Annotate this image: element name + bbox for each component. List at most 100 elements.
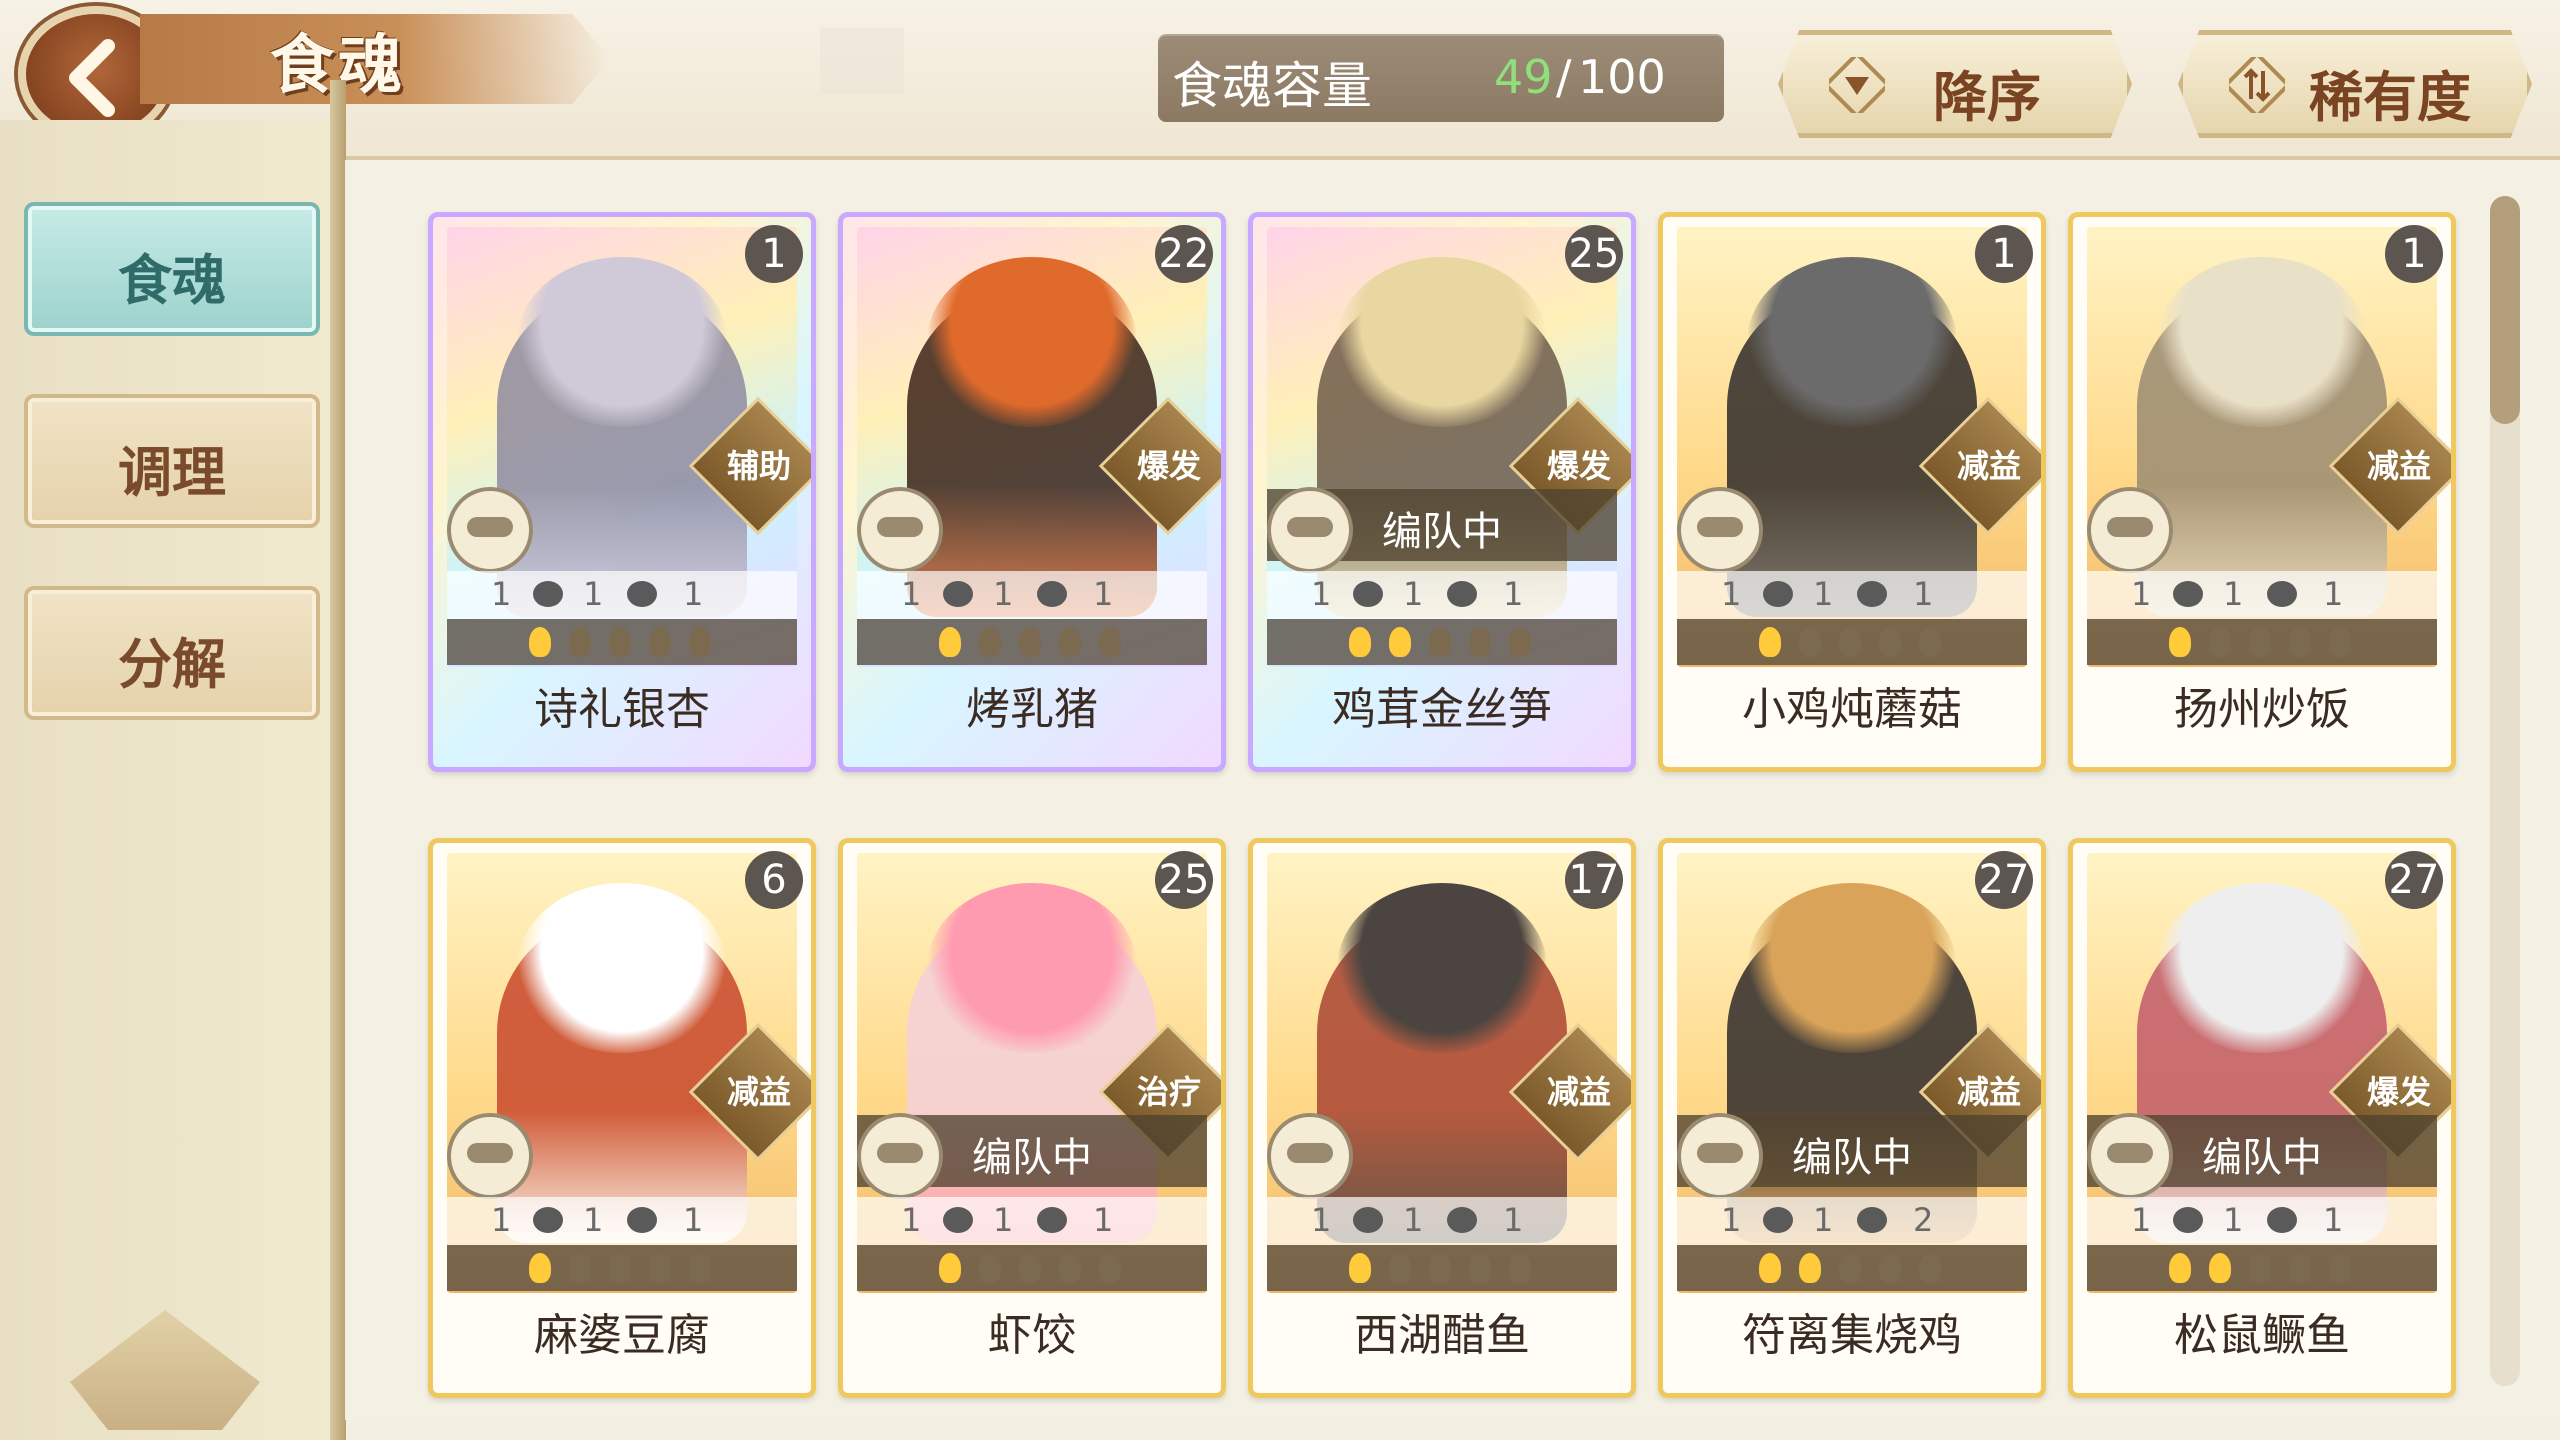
pot-icon — [857, 487, 943, 573]
flame-icon — [1839, 627, 1861, 657]
food-soul-card[interactable]: 1 减益 1 1 1 小鸡炖蘑菇 — [1658, 212, 2046, 772]
skill-levels: 1 1 1 — [1677, 571, 2027, 619]
star-rating — [857, 1245, 1207, 1291]
skill-levels: 1 1 2 — [1677, 1197, 2027, 1245]
food-soul-card[interactable]: 1 辅助 1 1 1 诗礼银杏 — [428, 212, 816, 772]
flame-icon — [1019, 627, 1041, 657]
skill-level-1: 1 — [901, 1201, 922, 1239]
food-soul-name: 烤乳猪 — [966, 684, 1098, 735]
food-soul-card[interactable]: 1 减益 1 1 1 扬州炒饭 — [2068, 212, 2456, 772]
skill-levels: 1 1 1 — [1267, 1197, 1617, 1245]
skill-level-3: 1 — [1503, 1201, 1524, 1239]
skill-icon — [1447, 1207, 1477, 1233]
skill-icon — [2267, 581, 2297, 607]
flame-icon — [939, 627, 961, 657]
flame-icon — [1509, 627, 1531, 657]
food-soul-card[interactable]: 25 治疗 编队中 1 1 1 虾饺 — [838, 838, 1226, 1398]
flame-icon — [2329, 627, 2351, 657]
flame-icon — [2209, 1253, 2231, 1283]
skill-icon — [627, 581, 657, 607]
level-badge: 25 — [1155, 851, 1213, 909]
flame-icon — [649, 627, 671, 657]
flame-icon — [2329, 1253, 2351, 1283]
star-rating — [1267, 1245, 1617, 1291]
flame-icon — [939, 1253, 961, 1283]
skill-levels: 1 1 1 — [2087, 1197, 2437, 1245]
pot-icon — [1677, 1113, 1763, 1199]
flame-icon — [1879, 627, 1901, 657]
skill-level-1: 1 — [901, 575, 922, 613]
food-soul-name: 虾饺 — [988, 1310, 1076, 1361]
role-label: 减益 — [1956, 447, 2021, 485]
food-soul-name: 鸡茸金丝笋 — [1332, 684, 1552, 735]
pot-icon — [1677, 487, 1763, 573]
flame-icon — [1099, 627, 1121, 657]
role-label: 治疗 — [1136, 1073, 1201, 1111]
food-soul-name: 符离集烧鸡 — [1742, 1310, 1962, 1361]
pot-icon — [1267, 487, 1353, 573]
sidebar-item-decompose[interactable]: 分解 — [24, 586, 320, 720]
sort-order-button[interactable]: 降序 — [1778, 30, 2132, 138]
food-soul-card[interactable]: 22 爆发 1 1 1 烤乳猪 — [838, 212, 1226, 772]
skill-level-2: 1 — [2223, 575, 2244, 613]
flame-icon — [689, 627, 711, 657]
flame-icon — [1429, 627, 1451, 657]
food-soul-card[interactable]: 27 减益 编队中 1 1 2 符离集烧鸡 — [1658, 838, 2046, 1398]
chevron-left-icon — [69, 39, 115, 117]
food-soul-card[interactable]: 6 减益 1 1 1 麻婆豆腐 — [428, 838, 816, 1398]
skill-icon — [1037, 581, 1067, 607]
flame-icon — [609, 1253, 631, 1283]
skill-level-2: 1 — [1813, 575, 1834, 613]
food-soul-card[interactable]: 27 爆发 编队中 1 1 1 松鼠鳜鱼 — [2068, 838, 2456, 1398]
skill-level-3: 1 — [683, 1201, 704, 1239]
flame-icon — [529, 1253, 551, 1283]
sidebar-item-food-souls[interactable]: 食魂 — [24, 202, 320, 336]
food-soul-card[interactable]: 25 爆发 编队中 1 1 1 鸡茸金丝笋 — [1248, 212, 1636, 772]
skill-icon — [943, 1207, 973, 1233]
grid-scrollbar[interactable] — [2490, 196, 2520, 1386]
role-label: 辅助 — [726, 447, 791, 485]
skill-level-2: 1 — [1403, 575, 1424, 613]
flame-icon — [2169, 627, 2191, 657]
role-label: 爆发 — [1546, 447, 1611, 485]
star-rating — [2087, 1245, 2437, 1291]
role-label: 减益 — [726, 1073, 791, 1111]
scrollbar-thumb[interactable] — [2490, 196, 2520, 424]
skill-icon — [2267, 1207, 2297, 1233]
flame-icon — [1349, 627, 1371, 657]
level-badge: 1 — [1975, 225, 2033, 283]
skill-icon — [1447, 581, 1477, 607]
flame-icon — [1919, 627, 1941, 657]
star-rating — [447, 1245, 797, 1291]
skill-icon — [1763, 581, 1793, 607]
pot-icon — [1267, 1113, 1353, 1199]
skill-icon — [2173, 1207, 2203, 1233]
sidebar-item-label: 分解 — [118, 632, 226, 696]
skill-icon — [627, 1207, 657, 1233]
level-badge: 1 — [2385, 225, 2443, 283]
capacity-label: 食魂容量 — [1172, 57, 1372, 115]
pot-icon — [447, 1113, 533, 1199]
skill-level-2: 1 — [2223, 1201, 2244, 1239]
food-soul-card[interactable]: 17 减益 1 1 1 西湖醋鱼 — [1248, 838, 1636, 1398]
role-label: 爆发 — [2366, 1073, 2431, 1111]
skill-level-1: 1 — [2131, 575, 2152, 613]
flame-icon — [1469, 1253, 1491, 1283]
flame-icon — [1759, 1253, 1781, 1283]
level-badge: 22 — [1155, 225, 1213, 283]
sort-field-button[interactable]: 稀有度 — [2178, 30, 2532, 138]
flame-icon — [1799, 1253, 1821, 1283]
flame-icon — [1839, 1253, 1861, 1283]
flame-icon — [2289, 1253, 2311, 1283]
skill-level-3: 1 — [2323, 575, 2344, 613]
skill-icon — [943, 581, 973, 607]
level-badge: 27 — [1975, 851, 2033, 909]
sidebar-item-conditioning[interactable]: 调理 — [24, 394, 320, 528]
skill-level-1: 1 — [1721, 1201, 1742, 1239]
flame-icon — [2249, 627, 2271, 657]
skill-level-2: 1 — [993, 575, 1014, 613]
flame-icon — [1759, 627, 1781, 657]
pot-icon — [2087, 487, 2173, 573]
skill-level-1: 1 — [491, 575, 512, 613]
skill-icon — [1353, 1207, 1383, 1233]
